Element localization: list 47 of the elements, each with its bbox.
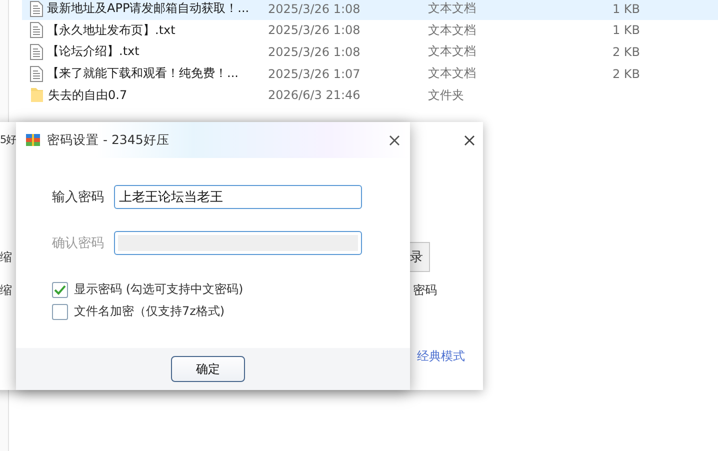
checkbox-label: 显示密码 (勾选可支持中文密码) [74,281,244,298]
file-date: 2025/3/26 1:08 [268,2,362,16]
checkbox-label: 文件名加密（仅支持7z格式) [74,303,225,320]
file-row[interactable]: 最新地址及APP请发邮箱自动获取！... 2025/3/26 1:08 文本文档 1 KB [22,0,718,20]
checkmark-icon [54,284,66,294]
folder-icon [30,87,44,104]
file-name: 【永久地址发布页】.txt [47,22,176,39]
file-name: 【来了就能下载和观看！纯免费！... [47,65,238,82]
checkbox[interactable] [52,282,68,298]
document-icon [30,22,43,38]
checkbox[interactable] [52,304,68,320]
file-type: 文件夹 [428,86,465,104]
file-type: 文本文档 [428,65,477,82]
option-label: 缩 [0,248,13,266]
file-size: 2 KB [611,66,640,81]
option-label: 密码 [412,282,438,298]
document-icon [30,0,43,17]
file-name: 【论坛介绍】.txt [47,43,140,60]
archive-icon [25,132,41,148]
document-icon [30,44,43,60]
file-date: 2026/6/3 21:46 [268,88,362,102]
file-row[interactable]: 【来了就能下载和观看！纯免费！... 2025/3/26 1:07 文本文档 2 KB [22,62,718,84]
file-type: 文本文档 [428,43,477,60]
file-name: 失去的自由0.7 [48,86,128,104]
password-field[interactable]: 上老王论坛当老王 [114,185,362,209]
file-size: 2 KB [611,44,640,59]
file-size: 1 KB [611,2,640,16]
close-icon[interactable] [389,134,400,146]
field-label: 确认密码 [52,235,105,252]
window-title: 5好 [0,133,16,147]
close-icon[interactable] [464,134,475,146]
file-date: 2025/3/26 1:08 [268,23,362,38]
document-icon [30,66,43,82]
file-row[interactable]: 【永久地址发布页】.txt 2025/3/26 1:08 文本文档 1 KB [22,20,718,42]
file-date: 2025/3/26 1:07 [268,66,362,81]
file-name: 最新地址及APP请发邮箱自动获取！... [47,0,250,18]
file-type: 文本文档 [428,22,477,39]
file-type: 文本文档 [428,0,477,18]
file-date: 2025/3/26 1:08 [268,44,362,59]
option-label: 缩 [0,282,13,298]
ok-button[interactable]: 确定 [171,356,245,382]
file-size: 1 KB [611,23,640,38]
field-label: 输入密码 [52,189,105,206]
file-row[interactable]: 【论坛介绍】.txt 2025/3/26 1:08 文本文档 2 KB [22,41,718,63]
file-row[interactable]: 失去的自由0.7 2026/6/3 21:46 文件夹 [22,84,718,106]
dialog-title: 密码设置 - 2345好压 [47,132,170,148]
classic-mode-link[interactable]: 经典模式 [417,348,465,364]
